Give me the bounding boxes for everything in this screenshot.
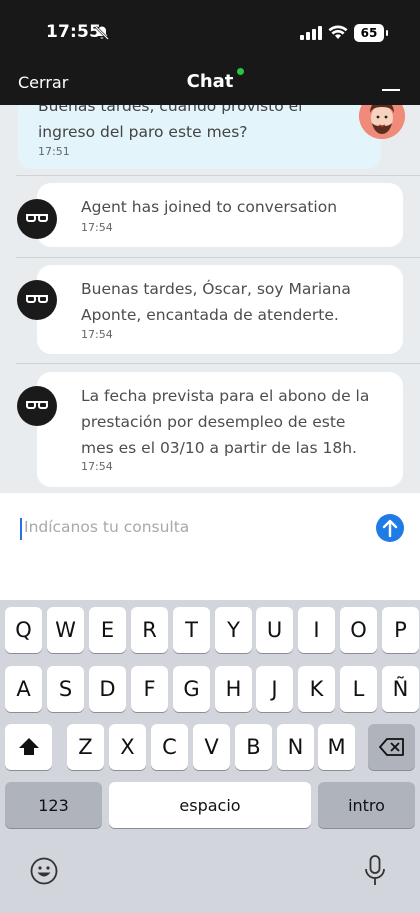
message-input[interactable]: Indícanos tu consulta	[24, 518, 189, 536]
key-o[interactable]: O	[340, 607, 377, 653]
wifi-icon	[328, 25, 348, 39]
key-h[interactable]: H	[215, 666, 252, 712]
divider	[16, 175, 420, 176]
key-shift[interactable]	[5, 724, 52, 770]
battery-indicator: 65	[354, 24, 388, 42]
sunglasses-icon	[26, 214, 48, 222]
key-e[interactable]: E	[89, 607, 126, 653]
signal-icon	[300, 26, 322, 40]
send-button[interactable]	[376, 514, 404, 542]
agent-avatar	[17, 280, 57, 320]
agent-message: La fecha prevista para el abono de la pr…	[37, 372, 403, 487]
agent-message-text: Agent has joined to conversation	[81, 198, 338, 216]
arrow-up-icon	[382, 519, 398, 537]
key-x[interactable]: X	[109, 724, 146, 770]
key-q[interactable]: Q	[5, 607, 42, 653]
key-return[interactable]: intro	[318, 782, 415, 828]
key-g[interactable]: G	[173, 666, 210, 712]
key-t[interactable]: T	[173, 607, 210, 653]
agent-message-text: Buenas tardes, Óscar, soy Mariana Aponte…	[81, 280, 351, 324]
key-j[interactable]: J	[256, 666, 293, 712]
key-k[interactable]: K	[298, 666, 335, 712]
key-n[interactable]: N	[277, 724, 314, 770]
key-s[interactable]: S	[47, 666, 84, 712]
key-w[interactable]: W	[47, 607, 84, 653]
key-r[interactable]: R	[131, 607, 168, 653]
top-bar: 17:55 65 Cerrar Chat	[0, 0, 420, 105]
key-space[interactable]: espacio	[109, 782, 311, 828]
key-a[interactable]: A	[5, 666, 42, 712]
status-bar: 17:55 65	[0, 0, 420, 66]
user-message-time: 17:51	[38, 145, 70, 158]
sunglasses-icon	[26, 295, 48, 303]
shift-icon	[18, 738, 39, 755]
agent-message-time: 17:54	[81, 221, 113, 234]
agent-message: Buenas tardes, Óscar, soy Mariana Aponte…	[37, 265, 403, 354]
agent-message: Agent has joined to conversation 17:54	[37, 183, 403, 247]
key-d[interactable]: D	[89, 666, 126, 712]
emoji-icon[interactable]	[30, 857, 58, 885]
message-list[interactable]: Buenas tardes, cuándo provisto el ingres…	[0, 105, 420, 493]
divider	[16, 257, 420, 258]
chat-title: Chat	[186, 71, 234, 92]
key-numbers[interactable]: 123	[5, 782, 102, 828]
key-f[interactable]: F	[131, 666, 168, 712]
status-time: 17:55	[46, 22, 102, 42]
key-b[interactable]: B	[235, 724, 272, 770]
key-z[interactable]: Z	[67, 724, 104, 770]
agent-message-time: 17:54	[81, 460, 113, 473]
key-i[interactable]: I	[298, 607, 335, 653]
backspace-icon	[378, 738, 404, 756]
microphone-icon[interactable]	[364, 855, 386, 887]
bell-muted-icon	[95, 26, 109, 40]
agent-message-text: La fecha prevista para el abono de la pr…	[81, 387, 370, 457]
key-y[interactable]: Y	[215, 607, 252, 653]
key-m[interactable]: M	[318, 724, 355, 770]
key-p[interactable]: P	[382, 607, 419, 653]
key-u[interactable]: U	[256, 607, 293, 653]
key-ñ[interactable]: Ñ	[382, 666, 419, 712]
key-backspace[interactable]	[368, 724, 415, 770]
composer-spacer	[0, 563, 420, 600]
key-v[interactable]: V	[193, 724, 230, 770]
user-message: Buenas tardes, cuándo provisto el ingres…	[18, 105, 381, 169]
minimize-button[interactable]	[382, 89, 400, 91]
user-message-text: Buenas tardes, cuándo provisto el ingres…	[38, 105, 303, 141]
key-l[interactable]: L	[340, 666, 377, 712]
sunglasses-icon	[26, 401, 48, 409]
online-status-dot	[237, 68, 244, 75]
key-c[interactable]: C	[151, 724, 188, 770]
agent-avatar	[17, 386, 57, 426]
text-cursor	[20, 518, 22, 540]
agent-avatar	[17, 199, 57, 239]
divider	[16, 363, 420, 364]
agent-message-time: 17:54	[81, 328, 113, 341]
